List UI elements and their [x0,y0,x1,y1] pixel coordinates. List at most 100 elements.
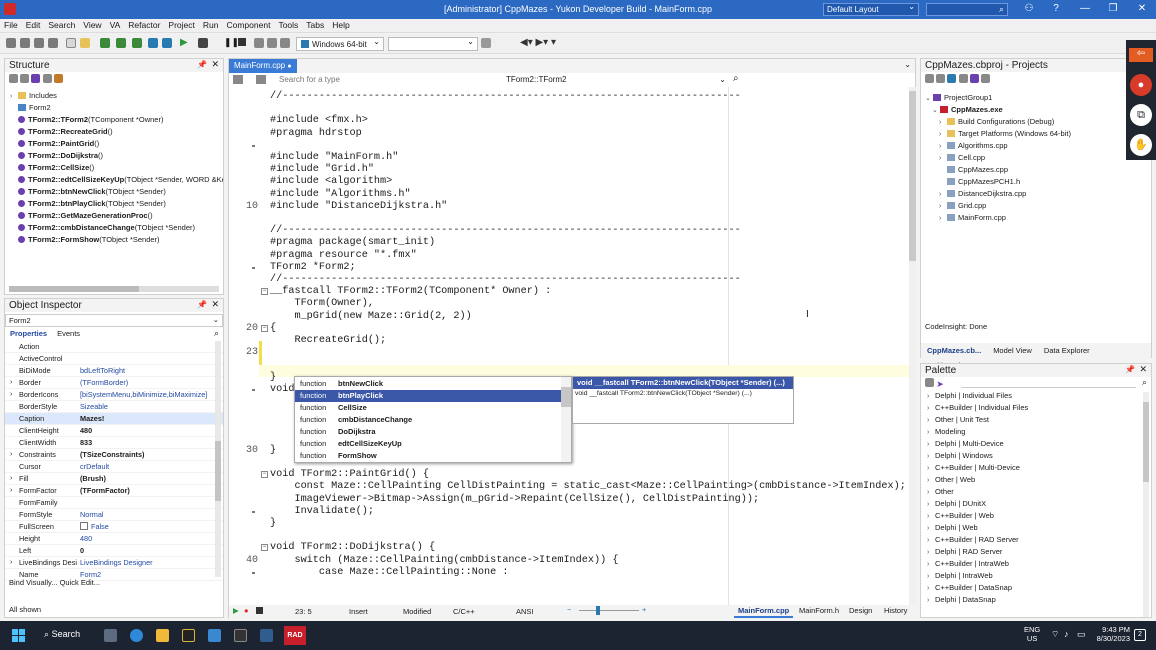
expand-icon[interactable]: ⌄ [925,93,933,104]
palette-scrollbar[interactable] [1143,392,1149,617]
sort-icon[interactable] [9,74,18,83]
close-icon[interactable]: ✕ [1139,364,1147,375]
property-value[interactable]: 480 [80,533,220,545]
menu-search[interactable]: Search [44,19,79,31]
clock[interactable]: 9:43 PM 8/30/2023 [1092,625,1130,643]
palette-category[interactable]: › C++Builder | DataSnap [927,582,1151,594]
structure-method-item[interactable]: TForm2::PaintGrid() [10,138,223,150]
vertical-scrollbar[interactable] [215,341,221,577]
windows-overlay-icon[interactable]: ⧉ [1130,104,1152,126]
property-row[interactable]: FullScreen False [5,521,223,533]
code-line[interactable]: TForm(Owner), [270,298,373,310]
back-icon[interactable]: ◀▾ ▶▾ ▾ [520,37,556,48]
expand-icon[interactable]: › [927,475,935,486]
structure-method-item[interactable]: TForm2::btnNewClick(TObject *Sender) [10,186,223,198]
zoom-handle[interactable] [596,606,600,615]
pause-icon[interactable]: ❚❚ [224,37,239,48]
palette-category[interactable]: › Other [927,486,1151,498]
settings-icon[interactable] [208,629,221,642]
minimize-button[interactable]: — [1075,3,1095,14]
expand-icon[interactable]: › [939,129,947,140]
expand-icon[interactable]: ⌄ [932,105,940,116]
code-line[interactable]: #include "MainForm.h" [270,152,398,164]
property-row[interactable]: BiDiMode bdLeftToRight [5,365,223,377]
code-line[interactable]: //--------------------------------------… [270,91,741,103]
expand-icon[interactable]: › [927,583,935,594]
palette-category[interactable]: › C++Builder | Individual Files [927,402,1151,414]
tab-data-explorer[interactable]: Data Explorer [1038,343,1096,358]
structure-method-item[interactable]: TForm2::GetMazeGenerationProc() [10,210,223,222]
code-line[interactable]: void TForm2::DoDijkstra() { [270,542,435,554]
tab-history[interactable]: History [884,606,907,615]
code-line[interactable]: { [270,323,276,335]
expand-icon[interactable]: › [927,535,935,546]
menu-tabs[interactable]: Tabs [302,19,328,31]
menu-help[interactable]: Help [328,19,353,31]
record-macro-icon[interactable]: ● [244,606,249,615]
zoom-in-icon[interactable]: + [642,605,646,614]
notification-badge[interactable]: 2 [1134,629,1146,641]
tab-properties[interactable]: Properties [5,328,52,339]
project-tree-item[interactable]: ⌄ ProjectGroup1 [921,92,1151,104]
expand-icon[interactable]: › [927,595,935,606]
code-line[interactable]: Invalidate(); [270,506,373,518]
expand-icon[interactable]: › [927,499,935,510]
expand-icon[interactable]: › [927,427,935,438]
property-value[interactable]: (TSizeConstraints) [80,449,220,461]
project-tree-item[interactable]: › Build Configurations (Debug) [921,116,1151,128]
code-line[interactable]: void TForm2::PaintGrid() { [270,469,429,481]
rad-studio-icon[interactable]: RAD [284,626,306,645]
property-value[interactable]: Mazes! [80,413,220,425]
language-indicator[interactable]: ENG US [1024,625,1040,643]
project-tree-item[interactable]: ⌄ CppMazes.exe [921,104,1151,116]
open-folder-icon[interactable] [80,38,90,48]
menu-view[interactable]: View [79,19,105,31]
tab-design[interactable]: Design [849,606,872,615]
trace-into-icon[interactable] [267,38,277,48]
class-icon[interactable] [233,75,243,84]
checkbox[interactable] [80,522,88,530]
sort-type-icon[interactable] [20,74,30,83]
expand-icon[interactable]: › [939,201,947,212]
object-selector[interactable]: Form2 ⌄ [5,314,223,327]
start-icon[interactable] [12,629,25,642]
tab-projects[interactable]: CppMazes.cb... [921,343,987,358]
network-icon[interactable]: ⌔ [1051,629,1059,640]
expand-icon[interactable]: › [10,473,12,485]
property-value[interactable]: (TFormBorder) [80,377,220,389]
property-value[interactable]: Form2 [80,569,220,581]
expand-icon[interactable]: › [927,403,935,414]
close-icon[interactable]: ✕ [211,59,219,70]
expand-icon[interactable]: › [927,547,935,558]
expand-icon[interactable]: › [927,451,935,462]
property-value[interactable]: 833 [80,437,220,449]
close-icon[interactable]: ✕ [211,299,219,310]
task-view-icon[interactable] [104,629,117,642]
close-button[interactable]: ✕ [1132,3,1152,14]
code-line[interactable]: } [270,372,276,384]
menu-run[interactable]: Run [199,19,223,31]
expand-icon[interactable]: › [10,485,12,497]
autocomplete-item[interactable]: function btnPlayClick [295,390,571,402]
maximize-button[interactable]: ❐ [1103,3,1123,14]
terminal-icon[interactable] [182,629,195,642]
expand-icon[interactable]: › [927,439,935,450]
console-icon[interactable] [234,629,247,642]
tool-icon[interactable] [6,38,16,48]
structure-method-item[interactable]: TForm2::btnPlayClick(TObject *Sender) [10,198,223,210]
project-icon[interactable] [162,38,172,48]
palette-category[interactable]: › C++Builder | IntraWeb [927,558,1151,570]
menu-refactor[interactable]: Refactor [124,19,164,31]
bind-visually-link[interactable]: Bind Visually... Quick Edit... [9,578,100,587]
project-tool-icon[interactable] [925,74,934,83]
project-tree-item[interactable]: › Cell.cpp [921,152,1151,164]
palette-category[interactable]: › Delphi | IntraWeb [927,570,1151,582]
search-icon[interactable]: ⌕ [1142,377,1147,388]
encoding-status[interactable]: ANSI [516,607,534,616]
hand-icon[interactable]: ✋ [1130,134,1152,156]
code-line[interactable]: switch (Maze::CellPainting(cmbDistance->… [270,555,618,567]
structure-method-item[interactable]: TForm2::FormShow(TObject *Sender) [10,234,223,246]
stop-icon[interactable] [238,38,246,46]
expand-icon[interactable]: › [10,377,12,389]
photos-icon[interactable] [260,629,273,642]
